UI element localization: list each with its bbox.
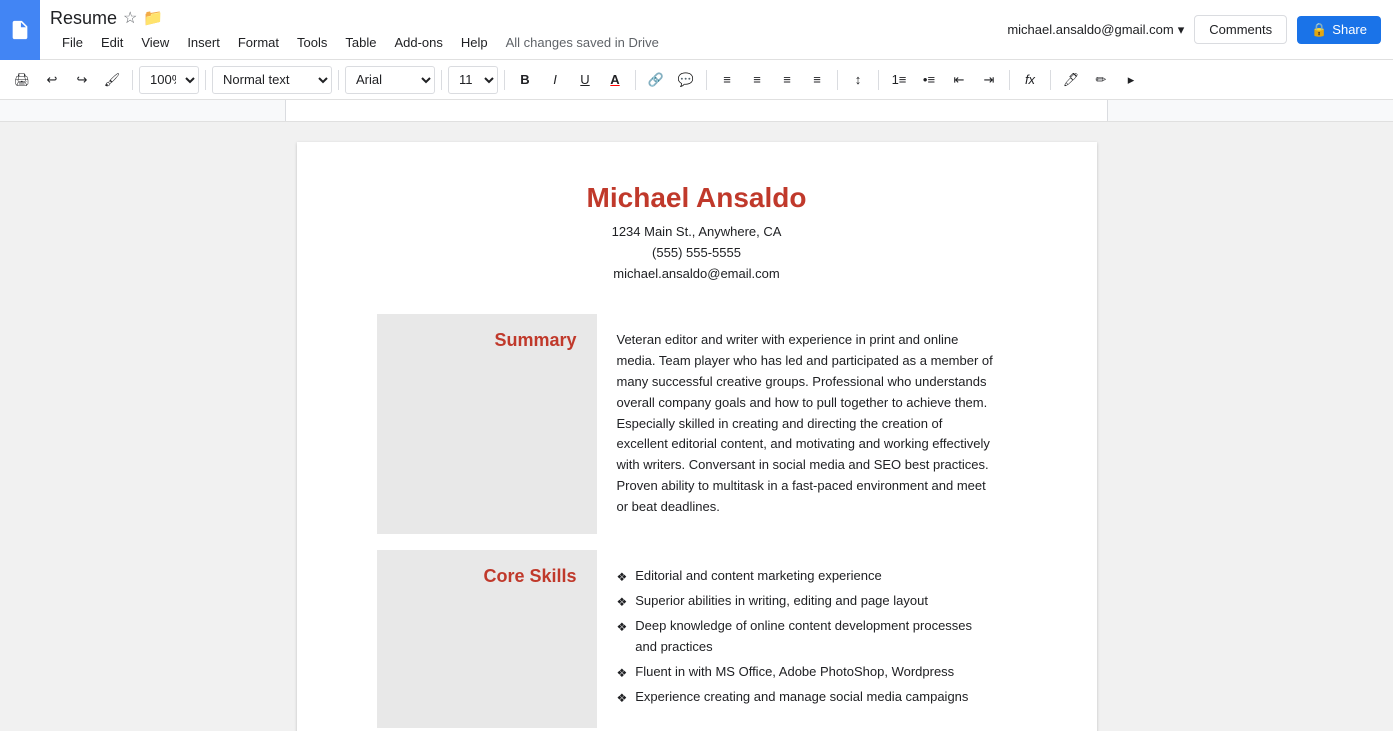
ruler-inner [285, 100, 1108, 121]
menu-table[interactable]: Table [337, 33, 384, 52]
skill-item-3: Deep knowledge of online content develop… [617, 616, 997, 658]
bullet-list-button[interactable]: •≡ [915, 66, 943, 94]
skill-item-4: Fluent in with MS Office, Adobe PhotoSho… [617, 662, 997, 683]
title-row: Resume ☆ 📁 [50, 8, 663, 29]
save-status: All changes saved in Drive [506, 35, 659, 50]
align-right-button[interactable]: ≡ [773, 66, 801, 94]
menu-file[interactable]: File [54, 33, 91, 52]
summary-content: Veteran editor and writer with experienc… [597, 314, 1017, 533]
bold-button[interactable]: B [511, 66, 539, 94]
menu-insert[interactable]: Insert [179, 33, 228, 52]
top-right: michael.ansaldo@gmail.com ▾ Comments 🔒 S… [1007, 15, 1393, 44]
ruler [0, 100, 1393, 122]
redo-button[interactable]: ↪ [68, 66, 96, 94]
star-icon[interactable]: ☆ [123, 8, 137, 28]
divider-1 [132, 70, 133, 90]
print-button[interactable]: 🖨 [8, 66, 36, 94]
align-left-button[interactable]: ≡ [713, 66, 741, 94]
skills-list: Editorial and content marketing experien… [617, 566, 997, 708]
menu-addons[interactable]: Add-ons [386, 33, 450, 52]
doc-title[interactable]: Resume [50, 8, 117, 29]
resume-phone: (555) 555-5555 [377, 243, 1017, 264]
divider-4 [441, 70, 442, 90]
font-color-button[interactable]: A [601, 66, 629, 94]
style-select[interactable]: Normal text Heading 1 Heading 2 [212, 66, 332, 94]
skill-item-1: Editorial and content marketing experien… [617, 566, 997, 587]
menu-view[interactable]: View [133, 33, 177, 52]
summary-label-cell: Summary [377, 314, 597, 533]
menu-format[interactable]: Format [230, 33, 287, 52]
lock-icon: 🔒 [1311, 22, 1327, 38]
dropdown-icon: ▾ [1178, 22, 1185, 38]
indent-decrease-button[interactable]: ⇤ [945, 66, 973, 94]
divider-7 [706, 70, 707, 90]
indent-increase-button[interactable]: ⇥ [975, 66, 1003, 94]
comments-button[interactable]: Comments [1194, 15, 1287, 44]
resume-name: Michael Ansaldo [377, 182, 1017, 214]
core-skills-section: Core Skills Editorial and content market… [377, 550, 1017, 728]
skill-item-5: Experience creating and manage social me… [617, 687, 997, 708]
main-area: Michael Ansaldo 1234 Main St., Anywhere,… [0, 122, 1393, 731]
resume-contact: 1234 Main St., Anywhere, CA (555) 555-55… [377, 222, 1017, 284]
menu-edit[interactable]: Edit [93, 33, 131, 52]
divider-8 [837, 70, 838, 90]
link-button[interactable]: 🔗 [642, 66, 670, 94]
top-bar: Resume ☆ 📁 File Edit View Insert Format … [0, 0, 1393, 60]
menu-tools[interactable]: Tools [289, 33, 335, 52]
divider-10 [1009, 70, 1010, 90]
divider-3 [338, 70, 339, 90]
resume-address: 1234 Main St., Anywhere, CA [377, 222, 1017, 243]
menu-help[interactable]: Help [453, 33, 496, 52]
underline-button[interactable]: U [571, 66, 599, 94]
app-icon [0, 0, 40, 60]
numbered-list-button[interactable]: 1≡ [885, 66, 913, 94]
font-select[interactable]: Arial Times New Roman Courier New [345, 66, 435, 94]
comment-inline-button[interactable]: 💬 [672, 66, 700, 94]
folder-icon[interactable]: 📁 [143, 8, 163, 28]
skill-item-2: Superior abilities in writing, editing a… [617, 591, 997, 612]
document[interactable]: Michael Ansaldo 1234 Main St., Anywhere,… [297, 142, 1097, 731]
menu-bar: File Edit View Insert Format Tools Table… [50, 33, 663, 52]
toolbar: 🖨 ↩ ↪ 🖌 100% 75% 125% Normal text Headin… [0, 60, 1393, 100]
divider-9 [878, 70, 879, 90]
core-skills-label: Core Skills [483, 566, 576, 587]
share-button[interactable]: 🔒 Share [1297, 16, 1381, 44]
align-justify-button[interactable]: ≡ [803, 66, 831, 94]
divider-5 [504, 70, 505, 90]
line-spacing-button[interactable]: ↕ [844, 66, 872, 94]
pencil-button[interactable]: ✏ [1087, 66, 1115, 94]
divider-2 [205, 70, 206, 90]
user-email[interactable]: michael.ansaldo@gmail.com ▾ [1007, 22, 1184, 38]
divider-11 [1050, 70, 1051, 90]
formula-button[interactable]: fx [1016, 66, 1044, 94]
title-area: Resume ☆ 📁 File Edit View Insert Format … [40, 2, 673, 58]
italic-button[interactable]: I [541, 66, 569, 94]
font-size-select[interactable]: 11 10 12 14 [448, 66, 498, 94]
more-button[interactable]: ▸ [1117, 66, 1145, 94]
summary-label: Summary [494, 330, 576, 351]
core-skills-content: Editorial and content marketing experien… [597, 550, 1017, 728]
align-center-button[interactable]: ≡ [743, 66, 771, 94]
zoom-select[interactable]: 100% 75% 125% [139, 66, 199, 94]
divider-6 [635, 70, 636, 90]
summary-section: Summary Veteran editor and writer with e… [377, 314, 1017, 533]
highlight-button[interactable]: 🖊 [1057, 66, 1085, 94]
resume-email: michael.ansaldo@email.com [377, 264, 1017, 285]
core-skills-label-cell: Core Skills [377, 550, 597, 728]
paint-format-button[interactable]: 🖌 [98, 66, 126, 94]
undo-button[interactable]: ↩ [38, 66, 66, 94]
